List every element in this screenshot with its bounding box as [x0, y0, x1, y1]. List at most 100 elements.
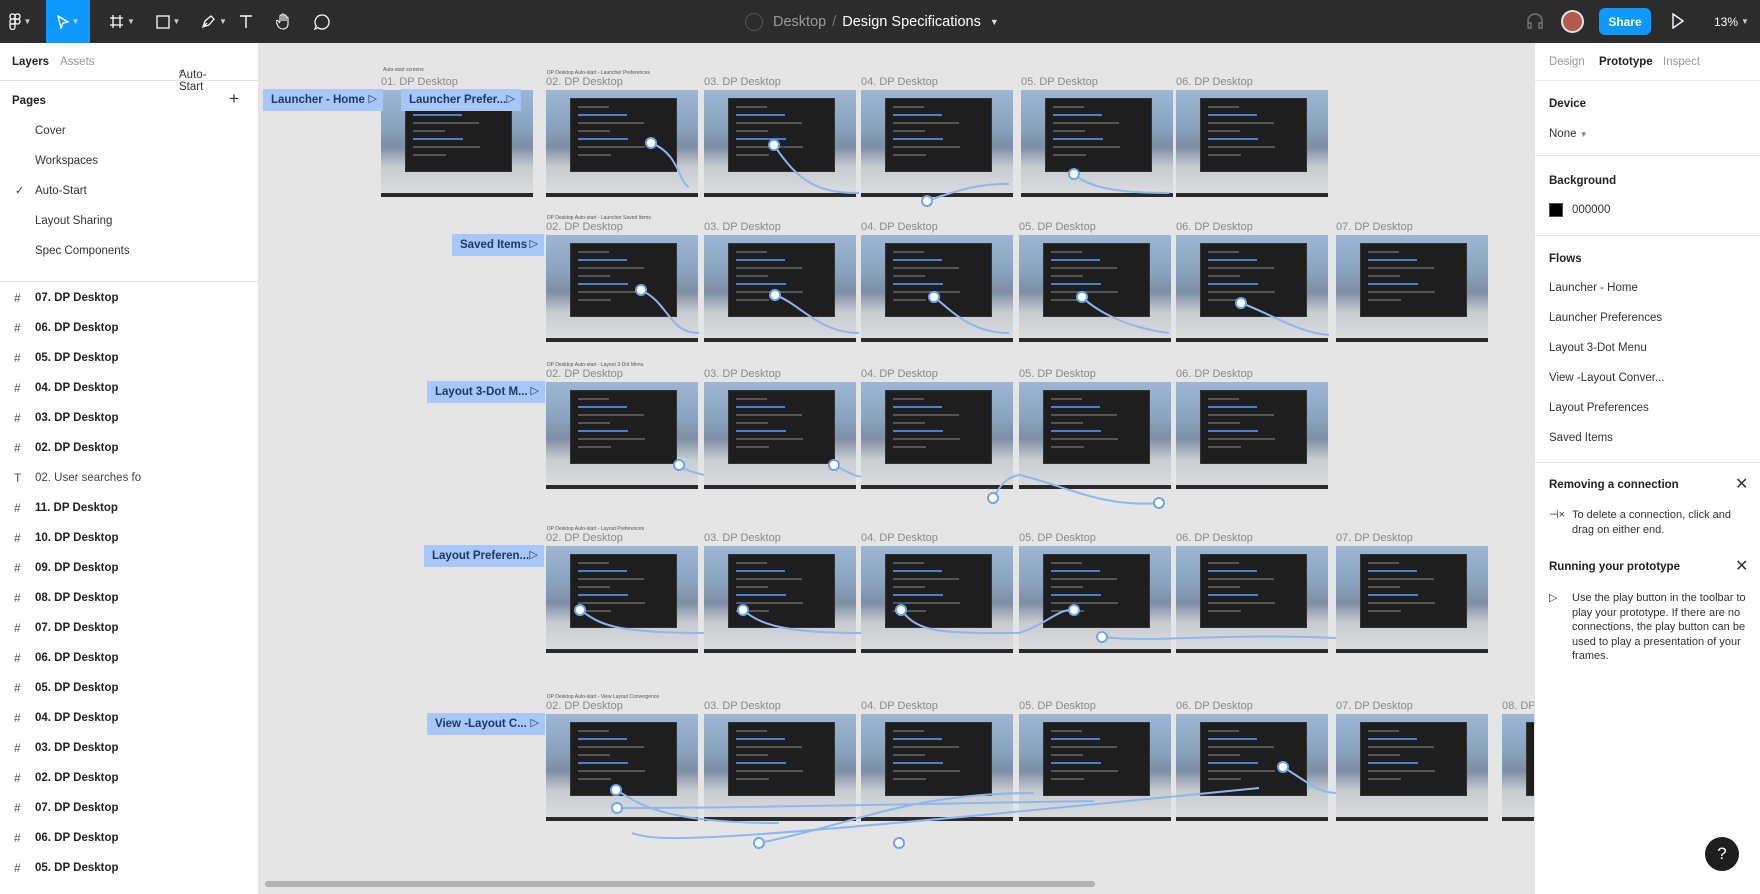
connection-handle[interactable]: [895, 604, 907, 616]
canvas[interactable]: Auto-start screens DP Desktop Auto-start…: [259, 43, 1534, 894]
chevron-down-icon[interactable]: ▼: [990, 17, 999, 27]
connection-handle[interactable]: [921, 195, 933, 207]
flow-item[interactable]: Launcher Preferences: [1549, 312, 1662, 324]
tab-assets[interactable]: Assets: [60, 56, 95, 68]
move-tool-button[interactable]: ▼: [46, 0, 90, 43]
avatar[interactable]: [1561, 10, 1584, 33]
connection-handle[interactable]: [828, 459, 840, 471]
tab-inspect[interactable]: Inspect: [1663, 56, 1700, 68]
tab-design[interactable]: Design: [1549, 56, 1585, 68]
connection-line[interactable]: [1282, 766, 1337, 794]
connection-line[interactable]: [774, 294, 860, 334]
connection-handle[interactable]: [1096, 631, 1108, 643]
layer-item[interactable]: #03. DP Desktop: [0, 404, 258, 434]
horizontal-scrollbar[interactable]: [265, 881, 1095, 887]
comment-tool-button[interactable]: [300, 0, 344, 43]
audio-button[interactable]: [1526, 12, 1544, 35]
connection-handle[interactable]: [611, 802, 623, 814]
present-button[interactable]: [1671, 12, 1685, 34]
layer-item[interactable]: #06. DP Desktop: [0, 314, 258, 344]
layer-item[interactable]: #04. DP Desktop: [0, 704, 258, 734]
flow-item[interactable]: View -Layout Conver...: [1549, 372, 1665, 384]
device-select[interactable]: None ▼: [1549, 128, 1588, 140]
close-tip-button[interactable]: ✕: [1735, 556, 1748, 576]
frame-tool-button[interactable]: ▼: [100, 0, 144, 43]
help-button[interactable]: ?: [1705, 837, 1739, 871]
connection-line[interactable]: [1073, 173, 1170, 194]
layer-item[interactable]: #10. DP Desktop: [0, 524, 258, 554]
layer-item[interactable]: T 02. User searches fo: [0, 464, 258, 494]
shape-tool-button[interactable]: ▼: [146, 0, 190, 43]
project-name[interactable]: Desktop: [773, 14, 826, 30]
page-auto-start[interactable]: ✓ Auto-Start: [0, 177, 258, 207]
connection-line[interactable]: [773, 144, 860, 194]
layer-item[interactable]: #02. DP Desktop: [0, 434, 258, 464]
figma-menu-button[interactable]: ▼: [0, 0, 40, 43]
file-name[interactable]: Design Specifications: [842, 14, 981, 30]
layer-item[interactable]: #07. DP Desktop: [0, 794, 258, 824]
flow-item[interactable]: Launcher - Home: [1549, 282, 1638, 294]
connection-line[interactable]: [640, 289, 700, 334]
connection-handle[interactable]: [645, 137, 657, 149]
connection-handle[interactable]: [769, 289, 781, 301]
layer-item[interactable]: #05. DP Desktop: [0, 854, 258, 884]
connection-handle[interactable]: [1235, 297, 1247, 309]
connection-line[interactable]: [1018, 608, 1075, 634]
layer-item[interactable]: #04. DP Desktop: [0, 374, 258, 404]
layer-item[interactable]: #06. DP Desktop: [0, 644, 258, 674]
connection-handle[interactable]: [987, 492, 999, 504]
background-hex[interactable]: 000000: [1572, 204, 1610, 216]
connection-handle[interactable]: [768, 139, 780, 151]
background-swatch[interactable]: [1549, 203, 1563, 217]
layer-item[interactable]: #02. DP Desktop: [0, 764, 258, 794]
zoom-control[interactable]: 13% ▼: [1714, 0, 1749, 43]
layer-item[interactable]: #08. DP Desktop: [0, 584, 258, 614]
connection-line[interactable]: [1240, 302, 1330, 336]
connection-line[interactable]: [933, 296, 1010, 334]
layer-item[interactable]: #06. DP Desktop: [0, 824, 258, 854]
connection-line[interactable]: [758, 792, 1035, 844]
layer-item[interactable]: #09. DP Desktop: [0, 554, 258, 584]
connection-line[interactable]: [926, 182, 1010, 202]
page-workspaces[interactable]: Workspaces: [0, 147, 258, 177]
connection-handle[interactable]: [1153, 497, 1165, 509]
layer-item[interactable]: #07. DP Desktop: [0, 284, 258, 314]
tab-prototype[interactable]: Prototype: [1599, 56, 1653, 68]
connection-line[interactable]: [1018, 474, 1160, 505]
tab-layers[interactable]: Layers: [12, 56, 49, 68]
connection-handle[interactable]: [1068, 168, 1080, 180]
connection-handle[interactable]: [928, 291, 940, 303]
layer-item[interactable]: #11. DP Desktop: [0, 494, 258, 524]
connection-handle[interactable]: [893, 837, 905, 849]
connection-handle[interactable]: [1068, 604, 1080, 616]
flow-item[interactable]: Layout 3-Dot Menu: [1549, 342, 1647, 354]
page-spec-components[interactable]: Spec Components: [0, 237, 258, 267]
layer-item[interactable]: #07. DP Desktop: [0, 614, 258, 644]
connection-line[interactable]: [742, 609, 862, 634]
connection-line[interactable]: [900, 609, 1020, 634]
connection-handle[interactable]: [1277, 761, 1289, 773]
connection-line[interactable]: [650, 142, 690, 188]
layer-item[interactable]: #05. DP Desktop: [0, 344, 258, 374]
layer-item[interactable]: #03. DP Desktop: [0, 734, 258, 764]
connection-line[interactable]: [1081, 296, 1170, 334]
connection-line[interactable]: [616, 800, 1095, 809]
page-cover[interactable]: Cover: [0, 117, 258, 147]
page-layout-sharing[interactable]: Layout Sharing: [0, 207, 258, 237]
layer-item[interactable]: #05. DP Desktop: [0, 674, 258, 704]
flow-item[interactable]: Saved Items: [1549, 432, 1613, 444]
connection-line[interactable]: [1101, 635, 1337, 640]
flow-item[interactable]: Layout Preferences: [1549, 402, 1649, 414]
connection-handle[interactable]: [737, 604, 749, 616]
add-page-button[interactable]: +: [229, 89, 239, 109]
connection-handle[interactable]: [673, 459, 685, 471]
connection-line[interactable]: [631, 787, 1260, 840]
connection-line[interactable]: [579, 609, 705, 634]
connection-handle[interactable]: [610, 784, 622, 796]
connection-handle[interactable]: [635, 284, 647, 296]
close-tip-button[interactable]: ✕: [1735, 474, 1748, 494]
connection-handle[interactable]: [574, 604, 586, 616]
share-button[interactable]: Share: [1599, 8, 1651, 35]
connection-handle[interactable]: [1076, 291, 1088, 303]
connection-handle[interactable]: [753, 837, 765, 849]
